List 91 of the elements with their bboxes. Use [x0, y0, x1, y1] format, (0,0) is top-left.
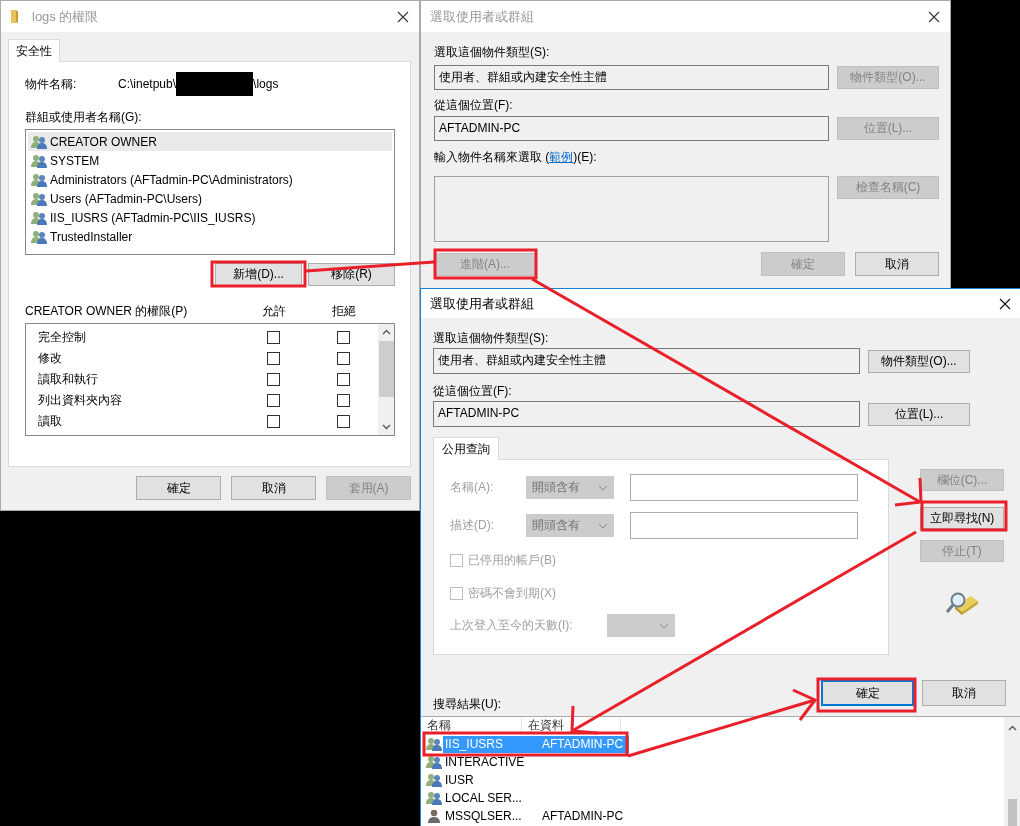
checkbox-label: 已停用的帳戶(B)	[468, 551, 556, 569]
list-item[interactable]: IIS_IUSRS (AFTadmin-PC\IIS_IUSRS)	[28, 208, 392, 227]
field-label: 名稱(A):	[450, 479, 495, 496]
scrollbar-thumb[interactable]	[1008, 799, 1017, 826]
checkbox[interactable]	[266, 331, 280, 344]
permission-name: 修改	[37, 350, 63, 367]
window-title: logs 的權限	[32, 7, 100, 26]
column-header[interactable]: 名稱	[421, 717, 522, 735]
button[interactable]: 取消	[855, 252, 939, 276]
list-item[interactable]: TrustedInstaller	[28, 227, 392, 246]
button[interactable]: 立即尋找(N)	[920, 507, 1004, 529]
column-header: 允許	[261, 303, 287, 319]
field-label: 描述(D):	[450, 517, 495, 534]
checkbox[interactable]	[266, 415, 280, 428]
checkbox[interactable]	[336, 352, 350, 365]
chevron-up-icon[interactable]	[381, 329, 391, 335]
tab[interactable]: 公用查詢	[433, 437, 499, 460]
object-type-field[interactable]: 使用者、群組或內建安全性主體	[433, 348, 860, 374]
list-item[interactable]: INTERACTIVE	[443, 753, 542, 771]
field-label: 上次登入至今的天數(I):	[450, 617, 573, 634]
permission-name: 讀取	[37, 413, 63, 430]
checkbox[interactable]	[336, 331, 350, 344]
chevron-icon	[598, 522, 608, 529]
field-label: 群組或使用者名稱(G):	[25, 109, 143, 125]
button[interactable]: 位置(L)...	[868, 402, 970, 426]
permission-name: 完全控制	[37, 329, 87, 346]
permission-name: 讀取和執行	[37, 371, 99, 388]
tab[interactable]: 安全性	[8, 39, 60, 62]
field-label: 從這個位置(F):	[434, 97, 514, 113]
user-group-icon	[426, 773, 442, 787]
window-title: 選取使用者或群組	[430, 294, 535, 313]
user-group-icon	[31, 229, 47, 244]
field-label: 選取這個物件類型(S):	[433, 330, 550, 346]
example-link[interactable]: 範例	[549, 150, 574, 164]
field-label: 物件名稱:	[25, 75, 78, 93]
scrollbar-thumb[interactable]	[378, 341, 394, 397]
close-icon[interactable]	[928, 10, 940, 23]
user-group-icon	[31, 191, 47, 206]
list-item[interactable]: LOCAL SER...	[443, 789, 542, 807]
checkbox[interactable]	[336, 394, 350, 407]
checkbox[interactable]	[336, 415, 350, 428]
user-icon	[426, 809, 442, 823]
scrollbar[interactable]	[378, 324, 394, 435]
list-item[interactable]: CREATOR OWNER	[28, 132, 392, 151]
object-type-field[interactable]: 使用者、群組或內建安全性主體	[434, 65, 829, 90]
user-group-icon	[31, 153, 47, 168]
field-label: CREATOR OWNER 的權限(P)	[25, 303, 189, 319]
scrollbar[interactable]	[1004, 717, 1020, 826]
chevron-down-icon[interactable]	[381, 424, 391, 430]
checkbox[interactable]	[266, 352, 280, 365]
search-icon	[945, 590, 979, 618]
button[interactable]: 物件類型(O)...	[868, 349, 970, 373]
checkbox-label: 密碼不會到期(X)	[468, 584, 556, 602]
window-title: 選取使用者或群組	[430, 7, 535, 26]
checkbox[interactable]	[336, 373, 350, 386]
input-field[interactable]	[630, 474, 858, 501]
button[interactable]: 確定	[136, 476, 221, 500]
permission-name: 列出資料夾內容	[37, 392, 123, 409]
user-group-icon	[426, 737, 442, 751]
field-label: 選取這個物件類型(S):	[434, 44, 551, 60]
checkbox[interactable]	[266, 394, 280, 407]
chevron-up-icon[interactable]	[1008, 725, 1017, 731]
list-item[interactable]: SYSTEM	[28, 151, 392, 170]
chevron-icon	[658, 622, 669, 629]
close-icon[interactable]	[397, 10, 409, 23]
field-label: 搜尋結果(U):	[433, 696, 501, 712]
button[interactable]: 取消	[231, 476, 316, 500]
user-group-icon	[31, 172, 47, 187]
button[interactable]: 取消	[922, 680, 1006, 706]
column-header[interactable]: 在資料	[522, 717, 621, 735]
input-field[interactable]	[434, 176, 829, 242]
button[interactable]: 確定	[821, 680, 914, 706]
list-item[interactable]: IUSR	[443, 771, 542, 789]
user-group-icon	[31, 210, 47, 225]
checkbox[interactable]	[266, 373, 280, 386]
list-item[interactable]: Administrators (AFTadmin-PC\Administrators)	[28, 170, 392, 189]
list-item[interactable]: Users (AFTadmin-PC\Users)	[28, 189, 392, 208]
field-label: 從這個位置(F):	[433, 383, 513, 399]
location-field[interactable]: AFTADMIN-PC	[433, 401, 860, 427]
path-text: C:\inetpub\	[118, 77, 177, 91]
user-group-icon	[426, 755, 442, 769]
list-item[interactable]: MSSQLSER... AFTADMIN-PC	[443, 807, 630, 825]
input-field[interactable]	[630, 512, 858, 539]
user-group-icon	[31, 134, 47, 149]
field-label: 輸入物件名稱來選取 (範例)(E):	[434, 149, 598, 165]
column-header: 拒絕	[331, 303, 357, 319]
close-icon[interactable]	[999, 297, 1011, 310]
location-field[interactable]: AFTADMIN-PC	[434, 116, 829, 141]
chevron-icon	[598, 484, 608, 491]
user-group-icon	[426, 791, 442, 805]
path-text: \logs	[253, 77, 279, 91]
